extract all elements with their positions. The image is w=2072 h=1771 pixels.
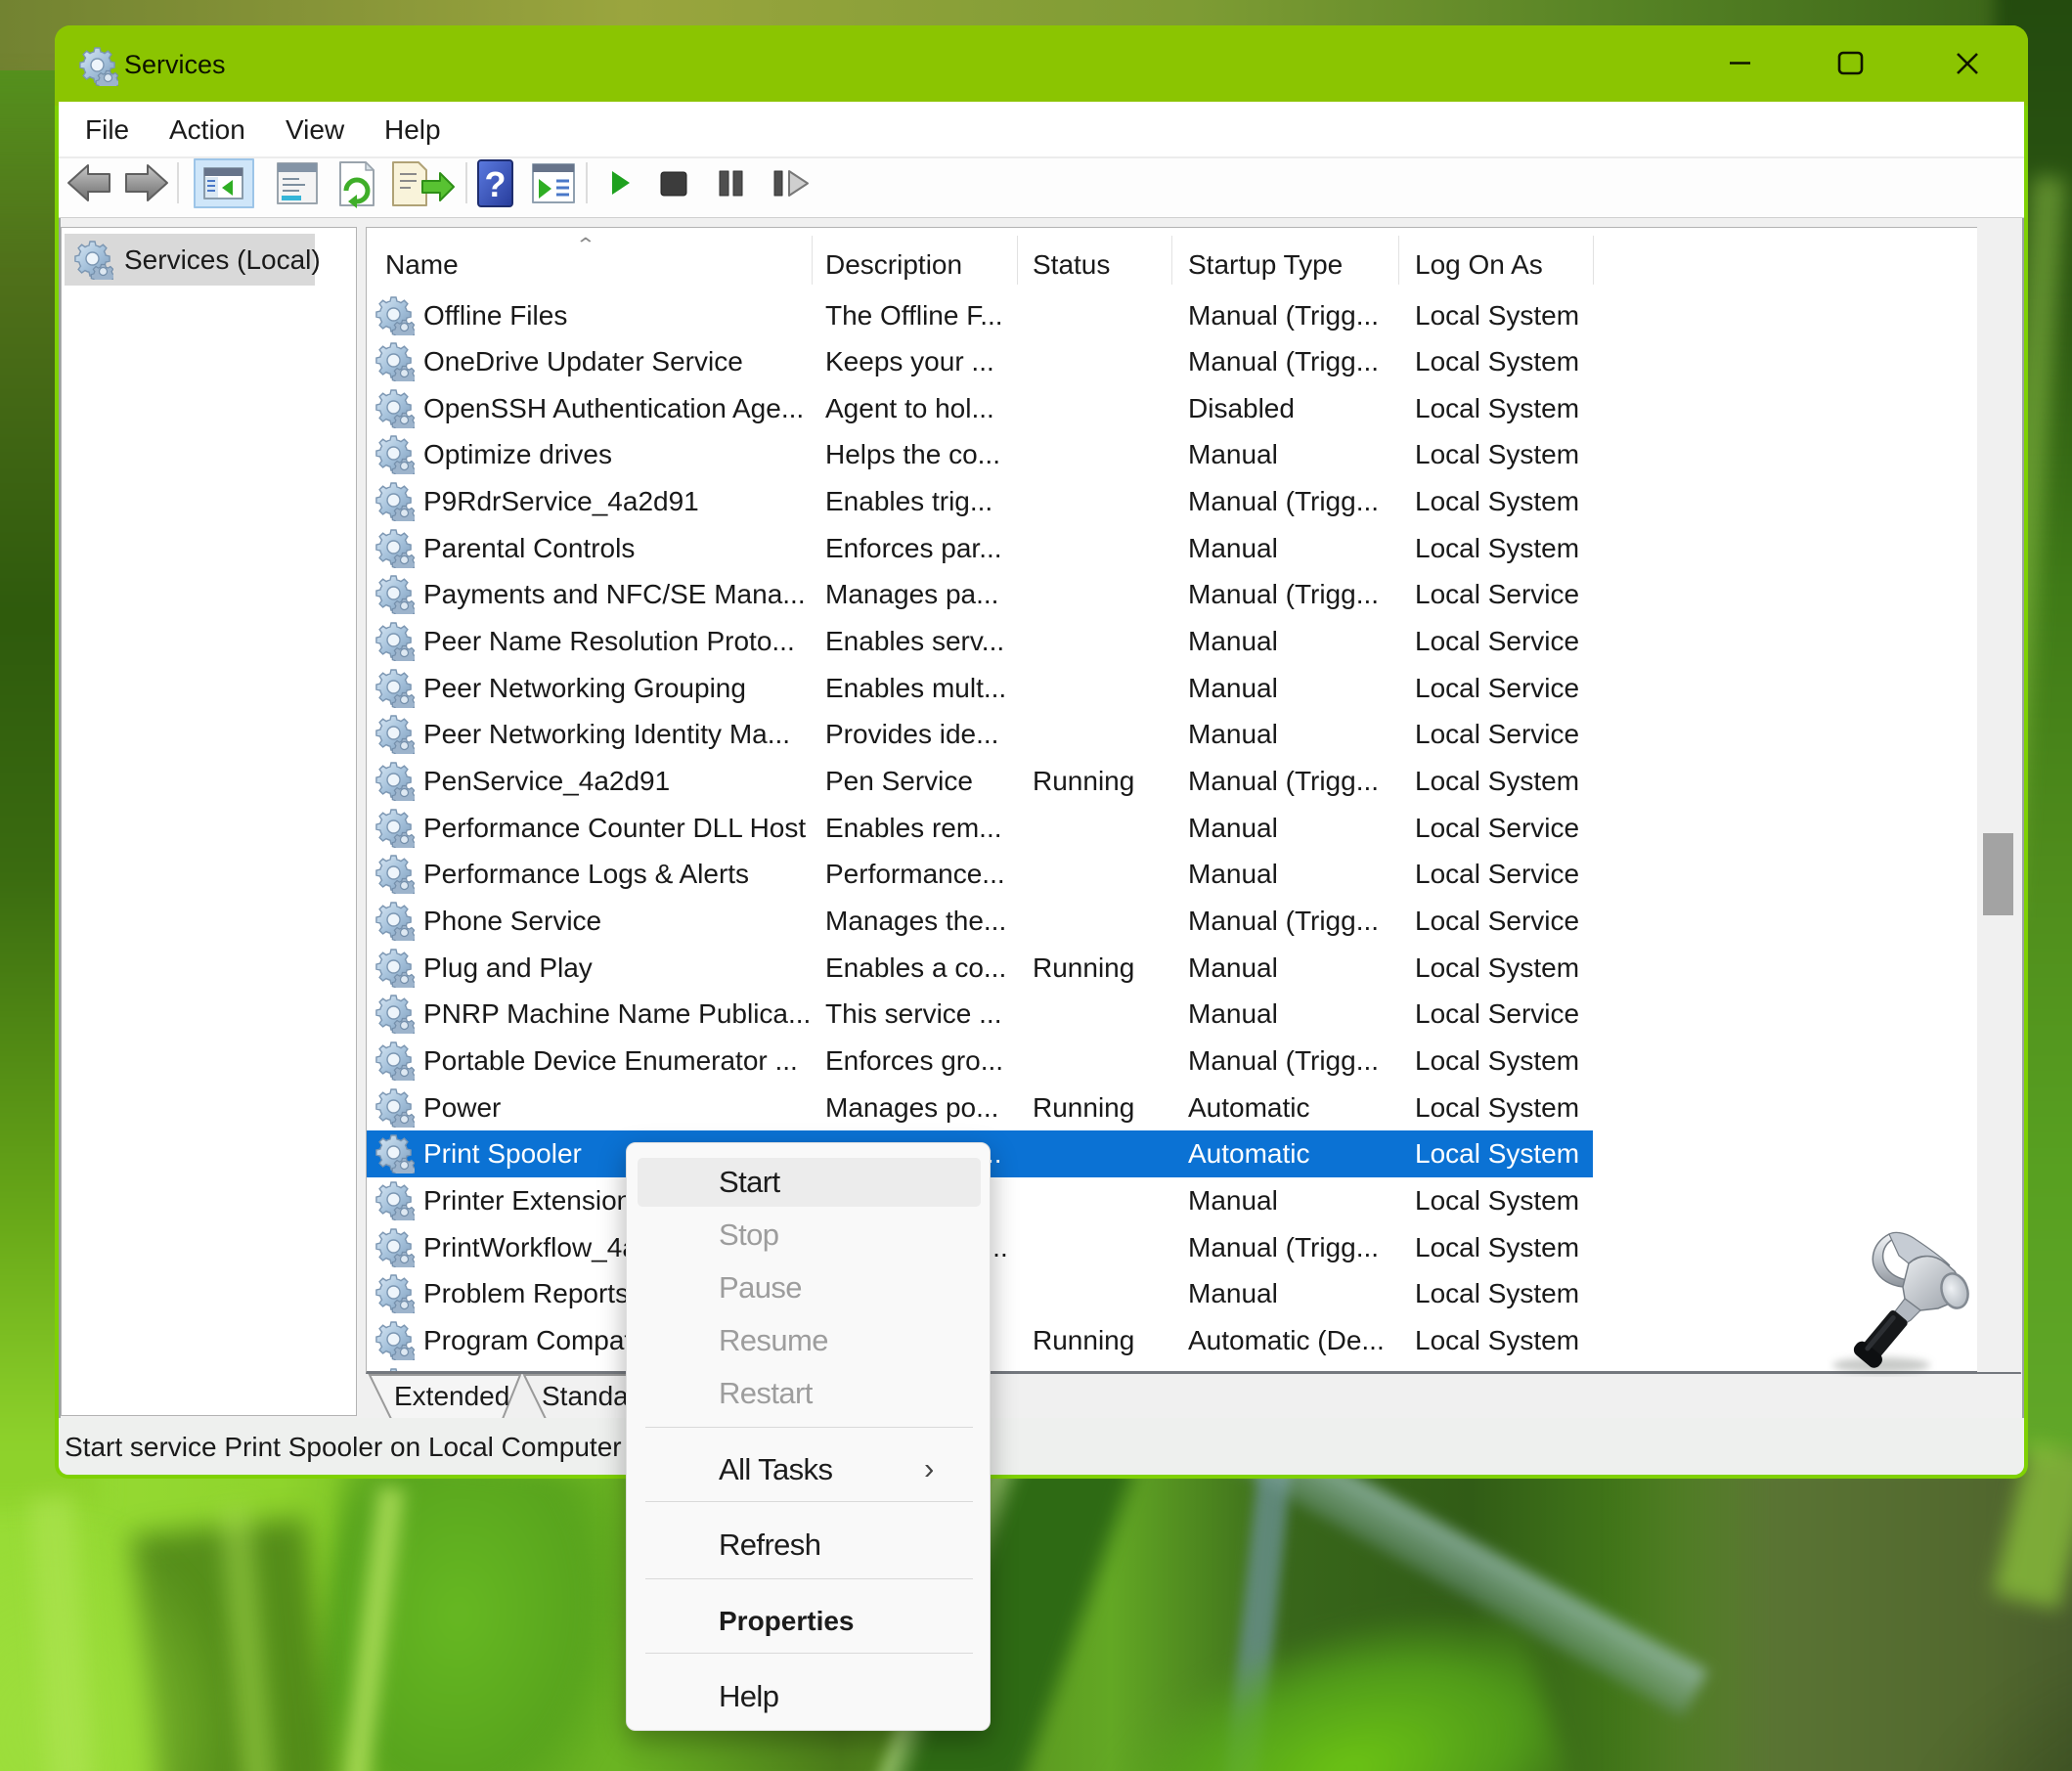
svg-text:?: ? <box>485 164 507 204</box>
